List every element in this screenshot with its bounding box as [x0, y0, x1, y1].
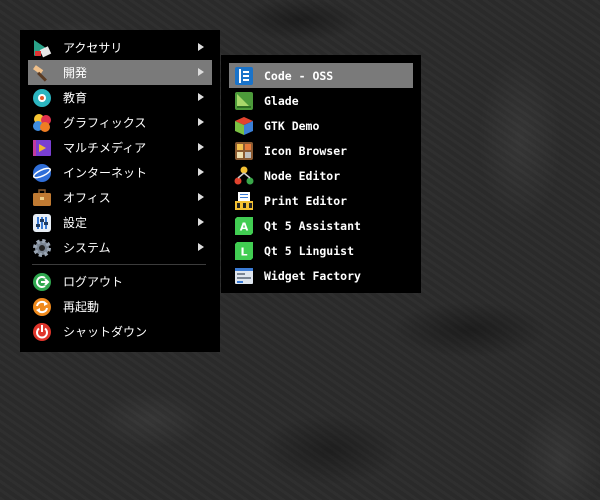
power-icon	[32, 322, 52, 342]
menu-item-label: 設定	[63, 216, 88, 230]
menu-item-label: オフィス	[63, 191, 111, 205]
menu-item-reboot[interactable]: 再起動	[28, 294, 212, 319]
briefcase-icon	[32, 188, 52, 208]
submenu-arrow-icon	[198, 43, 204, 51]
development-submenu: Code - OSS Glade GTK Demo Icon Browser N…	[221, 55, 421, 293]
menu-item-label: グラフィックス	[63, 116, 147, 130]
hammer-icon	[32, 63, 52, 83]
menu-item-label: 教育	[63, 91, 88, 105]
internet-globe-icon	[32, 163, 52, 183]
menu-item-label: アクセサリ	[63, 41, 123, 55]
menu-item-graphics[interactable]: グラフィックス	[28, 110, 212, 135]
submenu-arrow-icon	[198, 118, 204, 126]
reboot-icon	[32, 297, 52, 317]
glade-icon	[234, 91, 254, 111]
print-editor-icon	[234, 191, 254, 211]
submenu-arrow-icon	[198, 143, 204, 151]
submenu-item-label: Widget Factory	[264, 268, 361, 283]
submenu-item-label: Print Editor	[264, 193, 348, 208]
menu-item-system[interactable]: システム	[28, 235, 212, 260]
submenu-item-node-editor[interactable]: Node Editor	[229, 163, 413, 188]
logout-icon	[32, 272, 52, 292]
submenu-arrow-icon	[198, 68, 204, 76]
menu-item-label: システム	[63, 241, 111, 255]
accessories-icon	[32, 38, 52, 58]
menu-separator	[32, 264, 206, 265]
graphics-icon	[32, 113, 52, 133]
menu-item-logout[interactable]: ログアウト	[28, 269, 212, 294]
submenu-arrow-icon	[198, 218, 204, 226]
submenu-item-code-oss[interactable]: Code - OSS	[229, 63, 413, 88]
submenu-item-glade[interactable]: Glade	[229, 88, 413, 113]
submenu-arrow-icon	[198, 168, 204, 176]
menu-item-multimedia[interactable]: マルチメディア	[28, 135, 212, 160]
menu-item-label: ログアウト	[63, 275, 124, 289]
submenu-item-icon-browser[interactable]: Icon Browser	[229, 138, 413, 163]
submenu-item-label: Qt 5 Linguist	[264, 243, 355, 258]
submenu-item-label: Glade	[264, 93, 299, 108]
submenu-item-label: Node Editor	[264, 168, 341, 183]
desktop: { "main_menu": { "items": [ {"label": "ア…	[0, 0, 600, 500]
settings-sliders-icon	[32, 213, 52, 233]
widget-factory-icon	[234, 266, 254, 286]
submenu-item-label: Qt 5 Assistant	[264, 218, 361, 233]
menu-item-office[interactable]: オフィス	[28, 185, 212, 210]
application-menu: アクセサリ 開発 教育 グラフィックス マルチメディア インターネット オフィス…	[20, 30, 220, 352]
submenu-item-label: GTK Demo	[264, 118, 320, 133]
icon-browser-icon	[234, 141, 254, 161]
svg-text:A: A	[240, 220, 249, 233]
submenu-item-label: Code - OSS	[264, 68, 334, 83]
submenu-arrow-icon	[198, 193, 204, 201]
menu-item-development[interactable]: 開発	[28, 60, 212, 85]
submenu-item-print-editor[interactable]: Print Editor	[229, 188, 413, 213]
menu-item-shutdown[interactable]: シャットダウン	[28, 319, 212, 344]
menu-item-label: 再起動	[63, 300, 100, 314]
menu-item-label: インターネット	[63, 166, 148, 180]
menu-item-label: 開発	[63, 66, 88, 80]
submenu-arrow-icon	[198, 93, 204, 101]
education-icon	[32, 88, 52, 108]
submenu-item-gtk-demo[interactable]: GTK Demo	[229, 113, 413, 138]
qt-linguist-icon: L	[234, 241, 254, 261]
gtk-cube-icon	[234, 116, 254, 136]
qt-assistant-icon: A	[234, 216, 254, 236]
node-editor-icon	[234, 166, 254, 186]
menu-item-accessories[interactable]: アクセサリ	[28, 35, 212, 60]
submenu-item-label: Icon Browser	[264, 143, 348, 158]
svg-text:L: L	[240, 245, 247, 258]
gear-icon	[32, 238, 52, 258]
submenu-item-qt5-linguist[interactable]: L Qt 5 Linguist	[229, 238, 413, 263]
menu-item-label: シャットダウン	[63, 325, 148, 339]
menu-item-education[interactable]: 教育	[28, 85, 212, 110]
submenu-arrow-icon	[198, 243, 204, 251]
code-oss-icon	[234, 66, 254, 86]
multimedia-icon	[32, 138, 52, 158]
menu-item-internet[interactable]: インターネット	[28, 160, 212, 185]
menu-item-label: マルチメディア	[63, 141, 147, 155]
submenu-item-widget-factory[interactable]: Widget Factory	[229, 263, 413, 288]
submenu-item-qt5-assistant[interactable]: A Qt 5 Assistant	[229, 213, 413, 238]
menu-item-settings[interactable]: 設定	[28, 210, 212, 235]
